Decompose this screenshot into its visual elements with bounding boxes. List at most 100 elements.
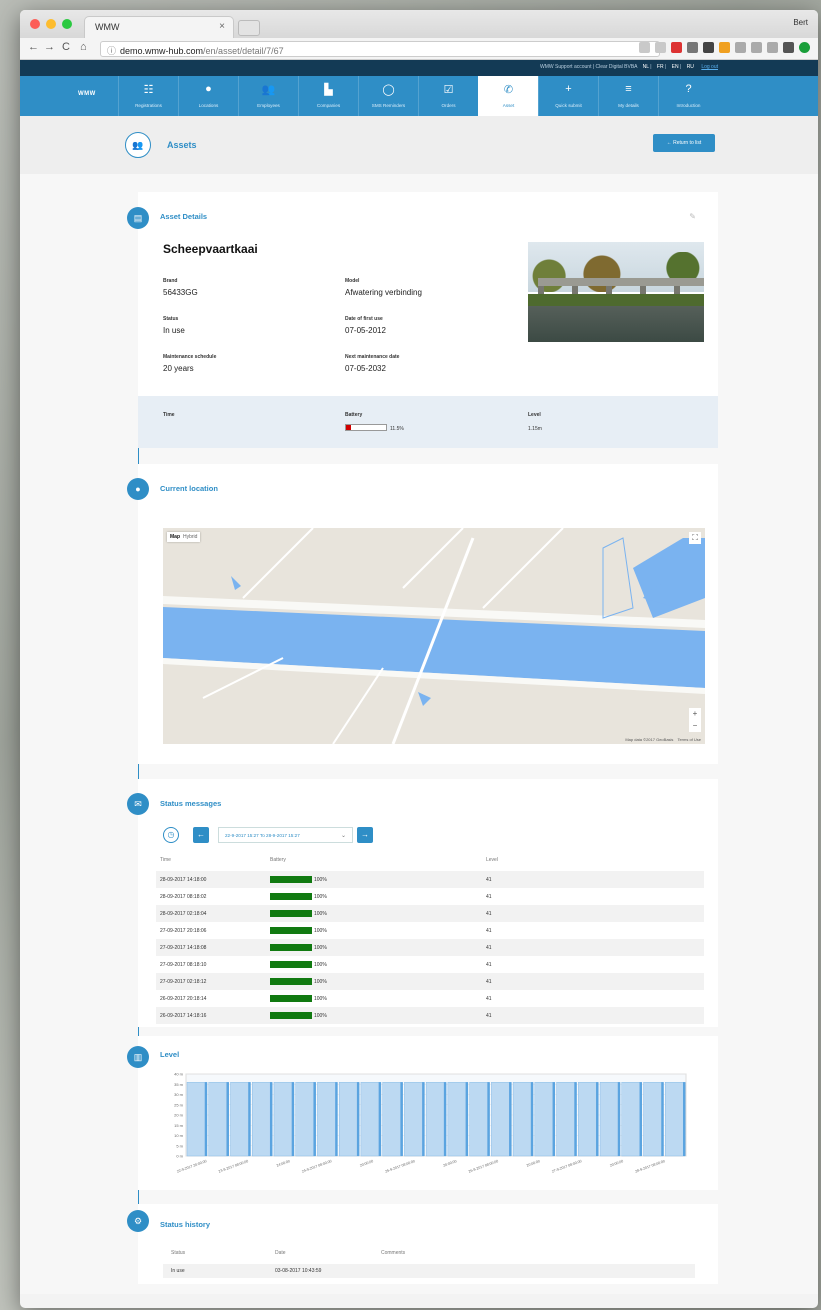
home-icon[interactable]: ⌂ xyxy=(80,41,87,53)
pocket-icon[interactable] xyxy=(703,42,714,53)
next-maintenance-value: 07-05-2032 xyxy=(345,364,386,373)
extension-icon[interactable] xyxy=(767,42,778,53)
url-input[interactable]: ⓘ demo.wmw-hub.com/en/asset/detail/7/67 xyxy=(100,41,660,57)
account-name: WMW Support account | Clear Digital BVBA xyxy=(540,64,638,70)
lang-nl[interactable]: NL xyxy=(643,64,649,70)
bookmark-star-icon[interactable] xyxy=(655,42,666,53)
schedule-value: 20 years xyxy=(163,364,194,373)
date-range-selector[interactable]: 22-9-2017 15:27 To 28-9-2017 15:27 ⌄ xyxy=(218,827,353,843)
asset-name: Scheepvaartkaai xyxy=(163,242,258,256)
nav-item-asset[interactable]: ✆ Asset xyxy=(478,76,538,116)
time-label: Time xyxy=(163,412,175,418)
question-icon: ? xyxy=(685,83,692,95)
row-time: 28-09-2017 14:18:00 xyxy=(160,877,207,883)
assets-icon: 👥 xyxy=(125,132,151,158)
browser-tab[interactable]: WMW × xyxy=(84,16,234,38)
level-bar-edge xyxy=(639,1082,643,1156)
y-tick-label: 0 m xyxy=(176,1154,183,1159)
nav-item-orders[interactable]: ☑ Orders xyxy=(418,76,478,116)
profile-name[interactable]: Bert xyxy=(793,18,808,27)
extension-badge-icon[interactable] xyxy=(719,42,730,53)
extension-icon[interactable] xyxy=(735,42,746,53)
map-zoom-control[interactable]: + − xyxy=(689,708,701,732)
terms-link[interactable]: Terms of Use xyxy=(677,737,701,742)
nav-item-locations[interactable]: ● Locations xyxy=(178,76,238,116)
x-tick-label: 20:00:00 xyxy=(359,1159,374,1168)
map-type-map[interactable]: Map xyxy=(170,534,180,540)
minimize-window-button[interactable] xyxy=(46,19,56,29)
battery-bar xyxy=(270,1012,312,1019)
brand-logo[interactable]: WMW xyxy=(78,91,96,97)
y-tick-label: 40 m xyxy=(174,1072,184,1077)
level-bar xyxy=(534,1081,555,1157)
row-battery: 100% xyxy=(314,979,327,985)
level-bar-edge xyxy=(291,1082,295,1156)
level-bar-edge xyxy=(443,1082,447,1156)
y-tick-label: 10 m xyxy=(174,1133,184,1138)
extension-icon[interactable] xyxy=(783,42,794,53)
status-messages-card: Status messages ◷ ← 22-9-2017 15:27 To 2… xyxy=(138,779,718,1027)
battery-bar xyxy=(270,927,312,934)
tab-close-icon[interactable]: × xyxy=(219,21,225,32)
extension-icon[interactable] xyxy=(799,42,810,53)
status-label: Status xyxy=(163,316,179,322)
edit-pencil-icon[interactable]: ✎ xyxy=(689,212,696,221)
cast-icon[interactable] xyxy=(687,42,698,53)
back-icon[interactable]: ← xyxy=(28,41,39,53)
lang-ru[interactable]: RU xyxy=(687,64,694,70)
level-bar xyxy=(186,1081,207,1157)
location-map[interactable]: Map Hybrid ⛶ + − Map data ©2017 GeoBasis T… xyxy=(163,528,705,744)
row-level: 41 xyxy=(486,945,492,951)
zoom-in-button[interactable]: + xyxy=(689,708,701,720)
level-bar xyxy=(556,1081,577,1157)
zoom-out-button[interactable]: − xyxy=(689,720,701,732)
x-tick-label: 25-9-2017 08:00:00 xyxy=(385,1159,416,1173)
prev-range-button[interactable]: ← xyxy=(193,827,209,843)
return-to-list-button[interactable]: ← Return to list xyxy=(653,134,715,152)
nav-item-sms-reminders[interactable]: ◯ SMS Reminders xyxy=(358,76,418,116)
row-battery: 100% xyxy=(314,928,327,934)
level-bar-edge xyxy=(683,1082,686,1156)
level-bar-edge xyxy=(378,1082,382,1156)
new-tab-button[interactable] xyxy=(238,20,260,36)
fullscreen-icon[interactable]: ⛶ xyxy=(689,532,701,544)
map-type-hybrid[interactable]: Hybrid xyxy=(183,534,197,540)
lang-en[interactable]: EN xyxy=(672,64,679,70)
forward-icon[interactable]: → xyxy=(44,41,55,53)
y-tick-label: 35 m xyxy=(174,1082,184,1087)
nav-item-quick-submit[interactable]: + Quick submit xyxy=(538,76,598,116)
table-row: 27-09-2017 02:18:12 100% 41 xyxy=(156,973,704,990)
asset-details-icon: ▤ xyxy=(127,207,149,229)
reload-icon[interactable]: C xyxy=(62,41,70,53)
site-info-icon[interactable]: ⓘ xyxy=(107,46,116,56)
nav-item-companies[interactable]: ▙ Companies xyxy=(298,76,358,116)
nav-item-introduction[interactable]: ? Introduction xyxy=(658,76,718,116)
extension-icon[interactable] xyxy=(751,42,762,53)
table-row: 28-09-2017 02:18:04 100% 41 xyxy=(156,905,704,922)
nav-item-employees[interactable]: 👥 Employees xyxy=(238,76,298,116)
level-bar-edge xyxy=(226,1082,229,1156)
brand-value: 56433GG xyxy=(163,288,198,297)
level-bar-edge xyxy=(617,1082,621,1156)
map-type-toggle[interactable]: Map Hybrid xyxy=(167,532,201,542)
zoom-icon[interactable] xyxy=(639,42,650,53)
map-canvas[interactable] xyxy=(163,528,705,744)
row-level: 41 xyxy=(486,996,492,1002)
model-value: Afwatering verbinding xyxy=(345,288,422,297)
close-window-button[interactable] xyxy=(30,19,40,29)
next-range-button[interactable]: → xyxy=(357,827,373,843)
nav-item-registrations[interactable]: ☷ Registrations xyxy=(118,76,178,116)
row-status: In use xyxy=(171,1268,185,1274)
level-bar xyxy=(404,1081,425,1157)
lang-fr[interactable]: FR xyxy=(657,64,664,70)
logout-link[interactable]: Log out xyxy=(701,64,718,70)
nav-item-my-details[interactable]: ≡ My details xyxy=(598,76,658,116)
nav-label: My details xyxy=(618,103,639,108)
menu-icon: ≡ xyxy=(625,83,632,95)
calendar-extension-icon[interactable] xyxy=(671,42,682,53)
history-icon: ⚙ xyxy=(127,1210,149,1232)
maximize-window-button[interactable] xyxy=(62,19,72,29)
clock-icon[interactable]: ◷ xyxy=(163,827,179,843)
nav-label: SMS Reminders xyxy=(371,103,406,108)
asset-icon: ✆ xyxy=(503,84,514,96)
